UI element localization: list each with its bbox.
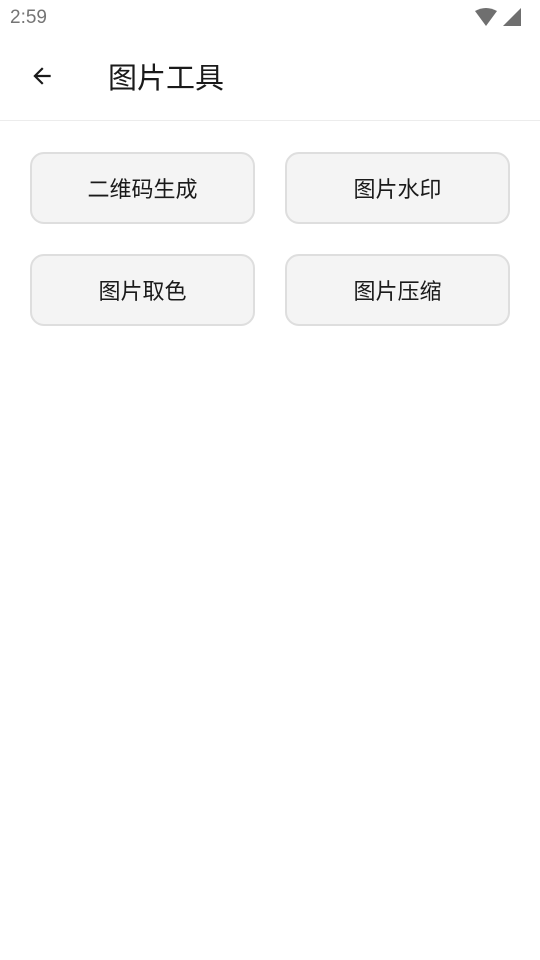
status-icons — [475, 8, 521, 30]
page-title: 图片工具 — [108, 61, 225, 95]
cellular-signal-icon — [503, 8, 521, 30]
wifi-icon — [475, 8, 497, 30]
image-compress-button[interactable]: 图片压缩 — [285, 254, 510, 326]
image-color-picker-button[interactable]: 图片取色 — [30, 254, 255, 326]
status-bar: 2:59 — [0, 0, 540, 36]
arrow-back-icon — [29, 63, 55, 93]
toolbar: 图片工具 — [0, 36, 540, 121]
tool-grid: 二维码生成 图片水印 图片取色 图片压缩 — [30, 152, 510, 326]
status-time: 2:59 — [10, 7, 47, 28]
image-watermark-button[interactable]: 图片水印 — [285, 152, 510, 224]
back-button[interactable] — [18, 54, 66, 102]
qr-code-generate-button[interactable]: 二维码生成 — [30, 152, 255, 224]
